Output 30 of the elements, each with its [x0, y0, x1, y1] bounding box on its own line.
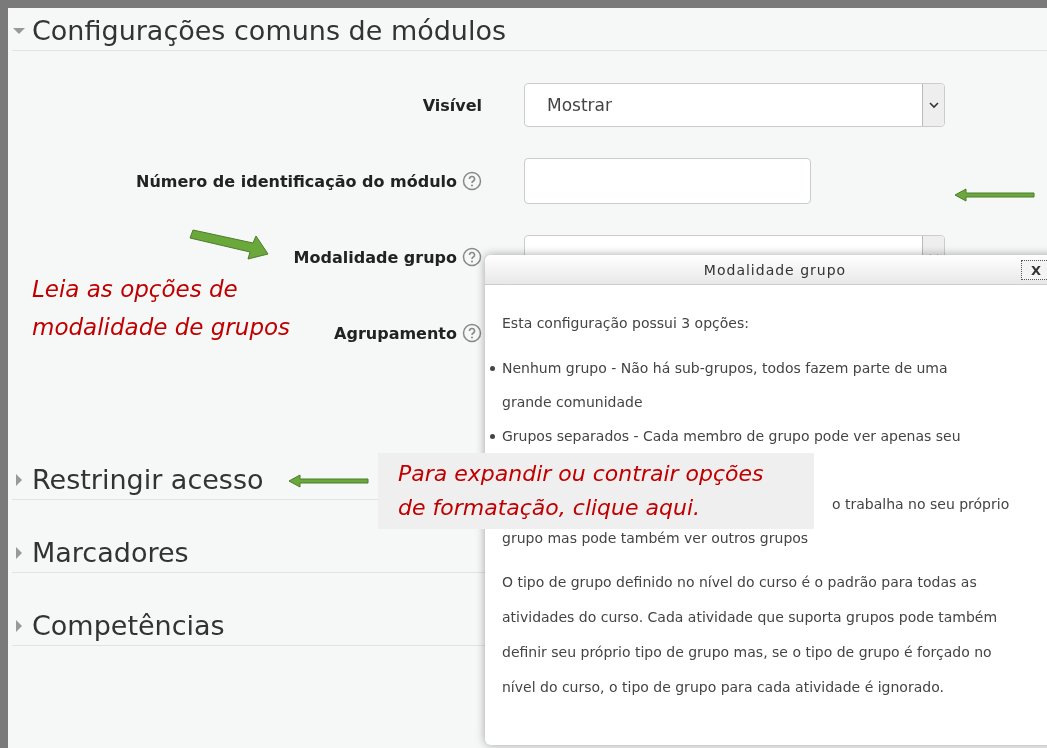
section-title: Competências: [32, 609, 225, 643]
help-icon[interactable]: [462, 171, 482, 191]
section-title: Restringir acesso: [32, 463, 264, 497]
section-title: Marcadores: [32, 536, 189, 570]
field-label: Modalidade grupo: [293, 247, 457, 267]
field-label: Agrupamento: [334, 323, 457, 343]
arrow-icon: [288, 474, 370, 488]
bullet-icon: [490, 434, 495, 439]
popup-text: Nenhum grupo - Não há sub-grupos, todos fazem parte de uma: [502, 359, 948, 378]
input-field[interactable]: [524, 158, 811, 204]
popup-text: Esta configuração possui 3 opções:: [502, 314, 750, 333]
popup-title: Modalidade grupo: [703, 261, 847, 278]
popup-text: o trabalha no seu próprio: [832, 495, 1010, 514]
caret-icon: [928, 101, 939, 109]
help-icon[interactable]: [462, 323, 482, 343]
select-field[interactable]: Mostrar: [524, 83, 945, 127]
help-icon[interactable]: [462, 247, 482, 267]
popup-text: grande comunidade: [502, 393, 643, 412]
popup-text: Grupos separados - Cada membro de grupo pode ver apenas seu: [502, 427, 961, 446]
field-label: Visível: [422, 95, 482, 115]
popup-text: grupo mas pode também ver outros grupos: [502, 529, 809, 548]
section-title: Configurações comuns de módulos: [32, 14, 507, 48]
close-button[interactable]: X: [1021, 260, 1047, 280]
arrow-icon: [954, 188, 1036, 202]
bullet-icon: [490, 366, 495, 371]
annotation-callout: Para expandir ou contrair opções de formatação, clique aqui.: [378, 453, 814, 529]
annotation-note: Leia as opções de modalidade de grupos: [32, 275, 291, 342]
section-header[interactable]: Configurações comuns de módulos: [12, 14, 1047, 51]
field-label: Número de identificação do módulo: [136, 171, 457, 191]
popup-text: O tipo de grupo definido no nível do curso é o padrão para todas as atividades do curso. Cada atividade que suporta grupos pode também definir seu próprio tipo de grupo mas, se o tipo de grupo é forçado no nível do curso, o tipo de grupo para cada atividade é ignorado.: [502, 573, 999, 697]
